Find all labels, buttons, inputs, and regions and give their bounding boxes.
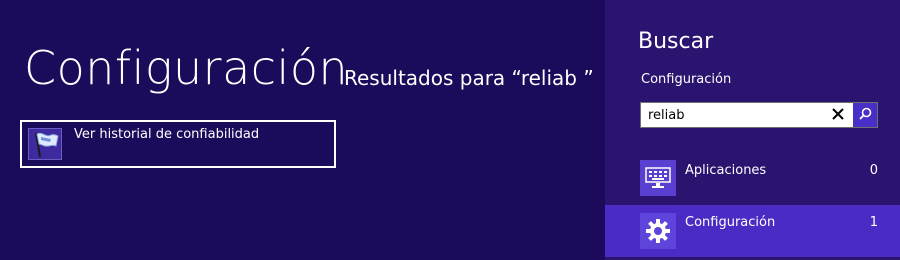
category-apps-count: 0 bbox=[869, 163, 878, 178]
result-item-reliability-history[interactable]: Ver historial de confiabilidad bbox=[20, 120, 336, 168]
keyboard-icon bbox=[640, 160, 676, 196]
reliability-flag-icon bbox=[28, 128, 62, 160]
results-area: Configuración Resultados para “reliab ” … bbox=[0, 0, 605, 260]
search-icon bbox=[858, 106, 872, 125]
page-title: Configuración bbox=[24, 41, 349, 95]
search-box bbox=[640, 102, 878, 128]
category-apps-label: Aplicaciones bbox=[685, 163, 767, 178]
results-subtitle: Resultados para “reliab ” bbox=[344, 66, 594, 90]
result-item-label: Ver historial de confiabilidad bbox=[74, 127, 260, 142]
category-settings-count: 1 bbox=[869, 215, 878, 230]
search-input[interactable] bbox=[641, 103, 821, 127]
gear-icon bbox=[640, 213, 676, 249]
close-icon bbox=[831, 106, 845, 125]
category-settings[interactable]: Configuración 1 bbox=[605, 205, 900, 257]
clear-search-button[interactable] bbox=[825, 103, 851, 127]
search-pane-title: Buscar bbox=[638, 29, 714, 54]
search-pane: Buscar Configuración reliab Aplicaciones… bbox=[605, 0, 900, 260]
search-scope-label: Configuración bbox=[641, 72, 732, 87]
category-settings-label: Configuración bbox=[685, 215, 776, 230]
category-apps[interactable]: Aplicaciones 0 bbox=[605, 150, 900, 200]
search-button[interactable] bbox=[853, 103, 877, 127]
